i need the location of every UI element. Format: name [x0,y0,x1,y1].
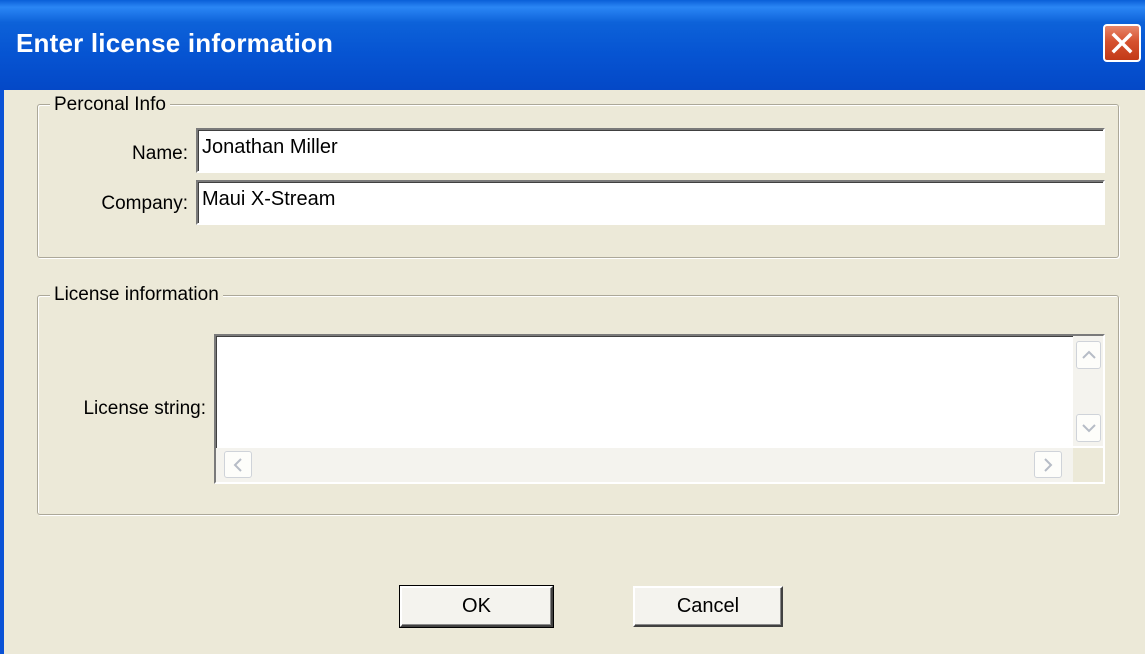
chevron-left-icon [233,457,242,472]
license-info-legend: License information [50,284,223,306]
close-icon [1111,32,1133,54]
ok-button[interactable]: OK [399,585,554,628]
name-label: Name: [132,143,188,164]
vertical-scrollbar[interactable] [1073,336,1103,446]
window-title: Enter license information [16,28,334,58]
license-string-textarea[interactable] [214,334,1105,484]
personal-info-legend: Perconal Info [50,94,170,116]
license-string-label: License string: [83,398,206,419]
company-label: Company: [101,193,188,214]
name-field[interactable]: Jonathan Miller [196,128,1105,173]
scroll-down-button[interactable] [1076,414,1101,442]
chevron-right-icon [1044,457,1053,472]
title-bar[interactable]: Enter license information [0,0,1145,90]
scroll-left-button[interactable] [224,451,252,478]
chevron-down-icon [1081,424,1096,433]
license-dialog: Enter license information Perconal Info … [0,0,1145,654]
scrollbar-corner [1073,448,1103,482]
chevron-up-icon [1081,350,1096,359]
scroll-right-button[interactable] [1034,451,1062,478]
horizontal-scrollbar[interactable] [216,448,1073,482]
company-field[interactable]: Maui X-Stream [196,180,1105,225]
close-button[interactable] [1103,24,1141,62]
scroll-up-button[interactable] [1076,341,1101,369]
window-border [0,90,4,654]
cancel-button[interactable]: Cancel [633,586,783,627]
